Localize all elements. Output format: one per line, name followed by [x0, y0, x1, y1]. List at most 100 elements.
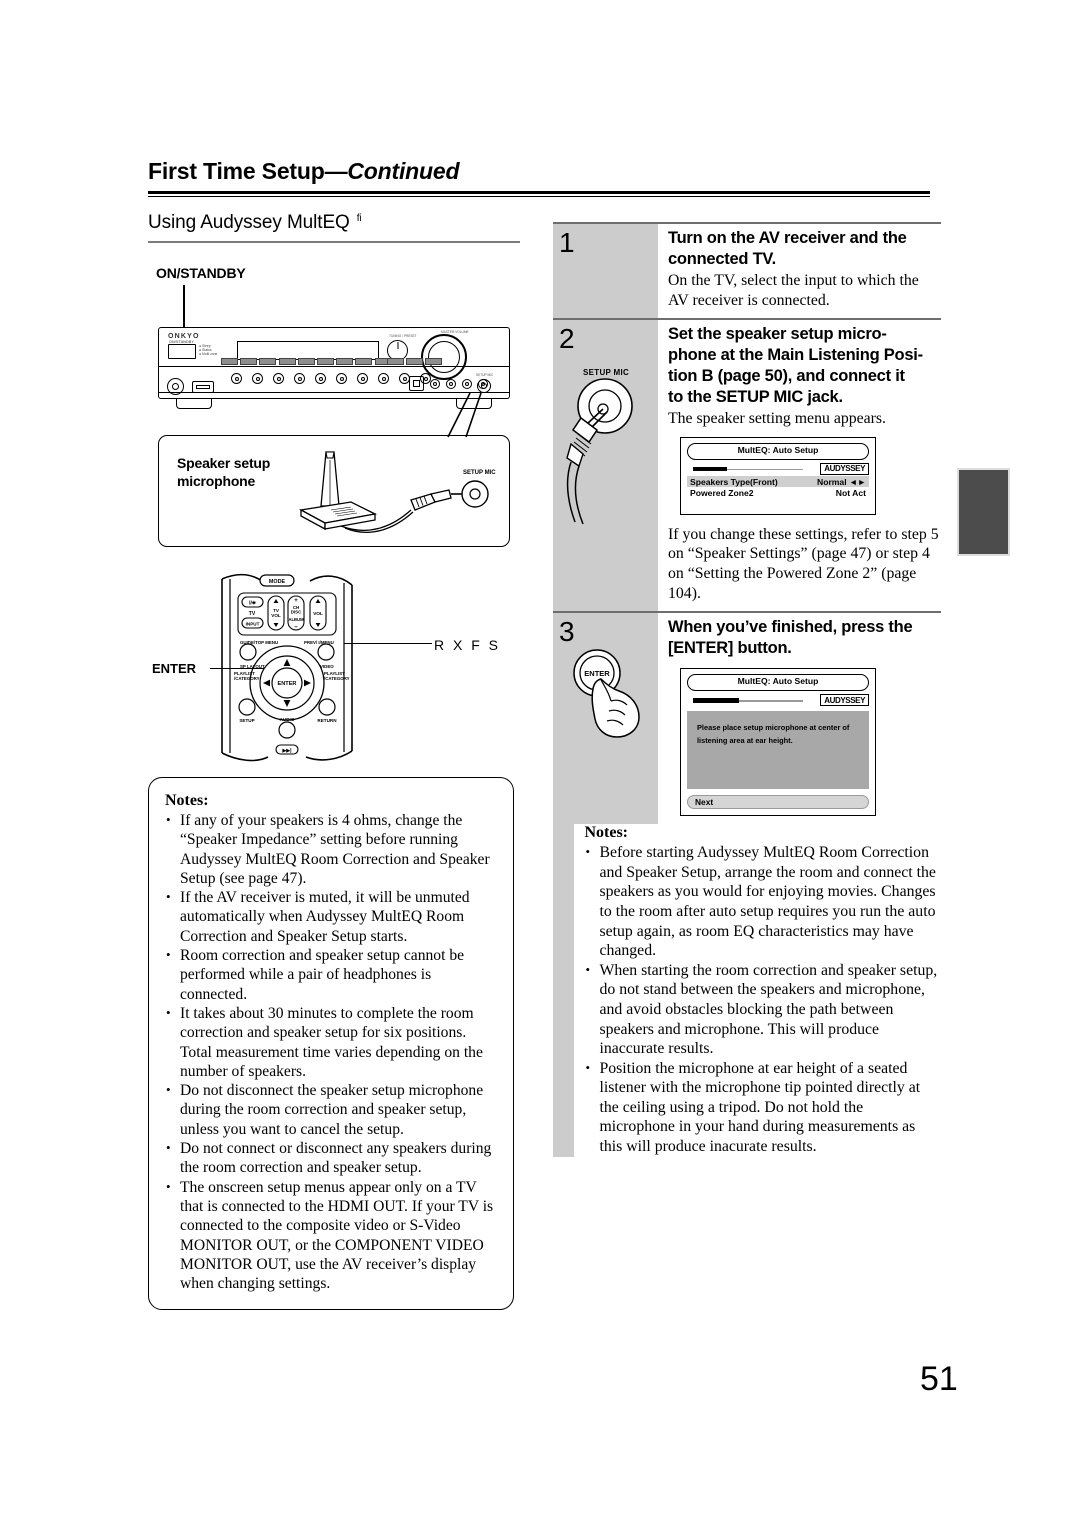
step-2-title-line1: Set the speaker setup micro-: [668, 325, 887, 344]
receiver-aux-video-port: [409, 376, 424, 391]
step-3-title: When you’ve finished, press the [ENTER] …: [668, 618, 913, 658]
receiver-feet: [158, 399, 510, 409]
right-notes-gray-filler: [553, 824, 575, 1157]
setup-mic-plug-drawing: [566, 378, 633, 525]
receiver-front-hdmi-port: [192, 381, 214, 393]
svg-text:ALBUM: ALBUM: [288, 617, 304, 622]
note-item: Before starting Audyssey MultEQ Room Cor…: [584, 842, 941, 961]
receiver-aux-input-group: [409, 376, 488, 391]
page-title: First Time Setup—Continued: [148, 158, 930, 185]
svg-text:/CATEGORY: /CATEGORY: [234, 676, 260, 681]
note-item: Position the microphone at ear height of…: [584, 1058, 941, 1157]
right-column: 1 Turn on the AV receiver and the connec…: [553, 222, 941, 1157]
receiver-setup-mic-jack: [477, 379, 491, 393]
note-item: It takes about 30 minutes to complete th…: [165, 1003, 497, 1081]
svg-text:TV: TV: [249, 611, 256, 617]
receiver-input-button: [297, 358, 315, 365]
svg-text:ENTER: ENTER: [584, 669, 610, 678]
rxfs-callout-label: R X F S: [434, 637, 501, 653]
right-notes-title: Notes:: [584, 824, 629, 842]
note-item: The onscreen setup menus appear only on …: [165, 1177, 497, 1294]
right-notes-list: Before starting Audyssey MultEQ Room Cor…: [584, 842, 941, 1157]
mic-label-line2: microphone: [177, 473, 256, 489]
setup-mic-illustration: SETUP MIC: [553, 354, 658, 529]
receiver-input-button: [316, 358, 334, 365]
onstandby-leader-line: [183, 285, 185, 330]
receiver-control-knob: [315, 373, 326, 384]
svg-text:DISC: DISC: [291, 610, 302, 615]
step-2-text-2: If you change these settings, refer to s…: [668, 525, 939, 602]
tv-screen-speaker-setup: MultEQ: Auto Setup AUDYSSEY Speakers Typ…: [680, 436, 876, 515]
note-item: Room correction and speaker setup cannot…: [165, 945, 497, 1004]
right-notes-row: Notes: Before starting Audyssey MultEQ R…: [553, 824, 941, 1157]
tv-screen-2-title: MultEQ: Auto Setup: [737, 676, 819, 687]
receiver-brand-logo: ONKYO: [168, 333, 200, 340]
enter-callout-label: ENTER: [152, 661, 197, 676]
receiver-control-knob: [357, 373, 368, 384]
section-heading: Using Audyssey MultEQ fi: [148, 212, 520, 243]
svg-text:AUDIO: AUDIO: [280, 717, 295, 722]
svg-text:MODE: MODE: [269, 579, 286, 585]
speaker-setup-microphone-label: Speaker setup microphone: [177, 454, 270, 490]
svg-text:+: +: [294, 598, 298, 604]
receiver-input-button: [259, 358, 277, 365]
receiver-input-button: [278, 358, 296, 365]
receiver-foot: [176, 399, 212, 409]
step-2-title: Set the speaker setup micro- phone at th…: [668, 324, 941, 408]
svg-text:ENTER: ENTER: [278, 681, 297, 687]
tv-screen-1-row-speakers-type: Speakers Type(Front) Normal ◄►: [687, 475, 869, 487]
receiver-input-button: [240, 358, 258, 365]
page-number: 51: [920, 1360, 958, 1398]
step-1-number: 1: [559, 227, 575, 258]
receiver-control-knob: [336, 373, 347, 384]
receiver-control-knob: [273, 373, 284, 384]
receiver-input-button: [425, 358, 443, 365]
left-notes-box: Notes: If any of your speakers is 4 ohms…: [148, 777, 514, 1311]
svg-text:I/⎈: I/⎈: [249, 601, 256, 607]
header-divider: [148, 191, 930, 197]
tv-screen-2-titlebar: MultEQ: Auto Setup: [687, 674, 869, 692]
receiver-setup-mic-caption: SETUP MIC: [476, 373, 494, 377]
tv-screen-2-next-button[interactable]: Next: [687, 795, 869, 810]
step-3-number-cell: 3 ENTER: [553, 611, 658, 825]
receiver-phones-jack: [167, 378, 184, 395]
tv-screen-1-row-powered-zone2: Powered Zone2 Not Act: [687, 487, 869, 498]
receiver-indicator-leds: ● Sleep ● Status ● Multi zone: [199, 344, 218, 357]
note-item: Do not disconnect the speaker setup micr…: [165, 1080, 497, 1139]
svg-text:/CATEGORY: /CATEGORY: [324, 676, 350, 681]
step-2-body: Set the speaker setup micro- phone at th…: [658, 318, 941, 611]
tv-message-line1: Please place setup microphone at center …: [697, 723, 850, 733]
receiver-body: ONKYO ON/STANDBY ● Sleep ● Status ● Multi …: [158, 327, 510, 399]
step-1-number-cell: 1: [553, 224, 658, 319]
receiver-control-knob: [378, 373, 389, 384]
svg-text:INPUT: INPUT: [246, 622, 260, 627]
receiver-input-button: [387, 358, 404, 365]
receiver-control-knob: [294, 373, 305, 384]
step-2-title-line2: phone at the Main Listening Posi-: [668, 346, 923, 365]
receiver-aux-jack: [462, 378, 472, 389]
step-1-body: Turn on the AV receiver and the connecte…: [658, 224, 941, 318]
note-item: When starting the room correction and sp…: [584, 960, 941, 1059]
page-title-continued: Continued: [347, 158, 460, 184]
step-1-text: On the TV, select the input to which the…: [668, 272, 919, 309]
speaker-setup-microphone-box: Speaker setup microphone SETUP MIC: [158, 435, 510, 547]
tv-next-label: Next: [695, 797, 714, 808]
tv-row-label: Powered Zone2: [690, 487, 754, 498]
svg-text:▶▶|: ▶▶|: [281, 748, 292, 754]
tv-row-label: Speakers Type(Front): [690, 476, 778, 487]
step-2: 2 SETUP MIC Set the speaker setup micro-…: [553, 318, 941, 612]
manual-page: First Time Setup—Continued Using Audysse…: [0, 0, 1080, 1528]
tv-row-value: Not Act: [835, 487, 866, 498]
tv-screen-1-title: MultEQ: Auto Setup: [737, 444, 819, 455]
left-column: Using Audyssey MultEQ fi ON/STANDBY ONKYO…: [148, 212, 520, 1311]
receiver-input-button: [406, 358, 424, 365]
remote-body: MODE I/⎈ TV INPUT TV VOL + CH DISC ALBUM…: [221, 573, 353, 762]
step-2-title-line3: tion B (page 50), and connect it: [668, 367, 905, 386]
tv-screen-1-titlebar: MultEQ: Auto Setup: [687, 442, 869, 460]
tv-message-line2: listening area at ear height.: [697, 736, 793, 746]
step-3: 3 ENTER When you’ve finished, press the …: [553, 611, 941, 825]
left-notes-title: Notes:: [165, 792, 209, 809]
remote-control-illustration: ENTER R X F S MODE I/⎈ TV INPUT TV VOL +…: [148, 571, 520, 767]
svg-text:VOL: VOL: [271, 613, 281, 618]
section-heading-superscript: fi: [356, 212, 362, 224]
